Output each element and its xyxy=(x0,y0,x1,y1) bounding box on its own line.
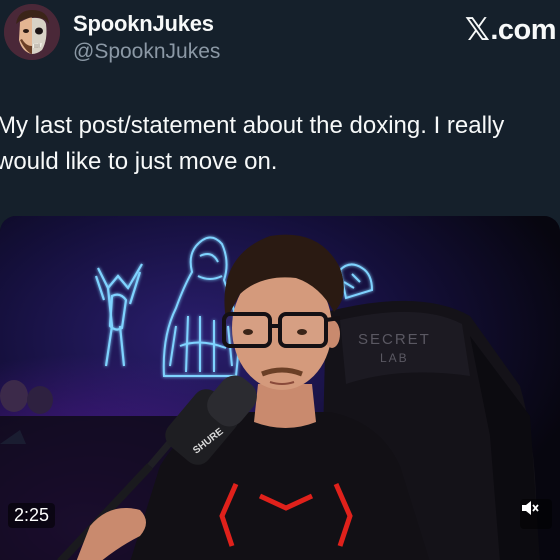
x-logo-icon: 𝕏 xyxy=(464,12,490,47)
video-player[interactable]: SECRET LAB SHURE 2:25 xyxy=(0,216,560,560)
avatar-illustration xyxy=(4,4,60,60)
tweet-text: My last post/statement about the doxing.… xyxy=(0,112,505,175)
brand-domain-text: .com xyxy=(490,13,556,46)
author-handle[interactable]: @SpooknJukes xyxy=(73,40,220,64)
video-frame: SECRET LAB SHURE xyxy=(0,216,560,560)
chair-brand-line2: LAB xyxy=(380,351,409,365)
video-timestamp: 2:25 xyxy=(8,503,56,528)
chair-brand-line1: SECRET xyxy=(358,331,431,348)
person-glasses xyxy=(222,312,341,348)
site-brand[interactable]: 𝕏 .com xyxy=(464,12,557,48)
author-display-name[interactable]: SpooknJukes xyxy=(73,11,214,37)
avatar[interactable] xyxy=(4,4,60,60)
speaker-muted-icon xyxy=(522,501,539,515)
mute-button[interactable] xyxy=(520,499,552,529)
tweet-card: SpooknJukes @SpooknJukes 𝕏 .com My last … xyxy=(0,0,560,560)
